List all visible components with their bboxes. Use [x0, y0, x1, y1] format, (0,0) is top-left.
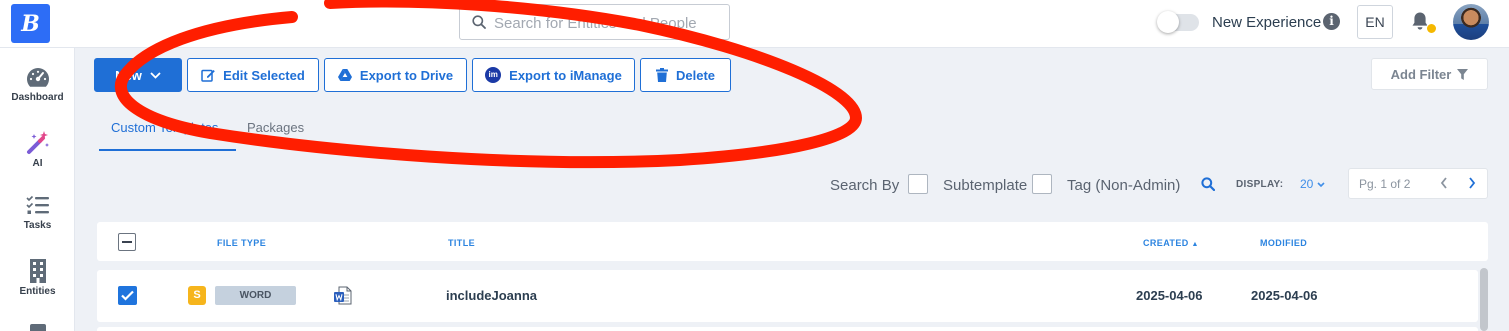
column-file-type[interactable]: FILE TYPE	[217, 238, 266, 248]
table-row[interactable]: S WORD includeJoanna 2025-04-06 2025-04-…	[97, 270, 1478, 322]
tab-custom-templates[interactable]: Custom Templates	[111, 120, 218, 135]
chevron-down-icon	[1317, 182, 1325, 188]
display-label: DISPLAY:	[1236, 179, 1284, 190]
display-count-value: 20	[1300, 177, 1314, 191]
pagination: Pg. 1 of 2	[1348, 168, 1488, 199]
checklist-icon	[25, 195, 49, 214]
tag-non-admin-label: Tag (Non-Admin)	[1067, 177, 1181, 194]
building-icon	[29, 259, 46, 283]
row-checkbox[interactable]	[118, 286, 137, 305]
logo-glyph: B	[21, 10, 40, 37]
chevron-right-icon[interactable]	[1467, 175, 1477, 191]
tab-packages[interactable]: Packages	[247, 120, 304, 135]
search-icon[interactable]	[1201, 177, 1215, 191]
sidebar-item-entities[interactable]: Entities	[0, 258, 75, 297]
magic-wand-icon	[26, 131, 49, 154]
global-search[interactable]	[459, 4, 730, 40]
select-all-checkbox[interactable]	[118, 233, 136, 251]
chevron-down-icon	[150, 71, 161, 79]
column-created-label: CREATED	[1143, 238, 1189, 248]
trash-icon	[655, 68, 668, 82]
display-count-select[interactable]: 20	[1300, 177, 1325, 191]
top-bar: B New Experience i EN	[0, 0, 1509, 48]
google-drive-icon	[337, 69, 352, 81]
row-created: 2025-04-06	[1136, 288, 1203, 303]
add-filter-button[interactable]: Add Filter	[1371, 58, 1488, 90]
sidebar-item-label: AI	[32, 158, 43, 169]
sidebar-item-dashboard[interactable]: Dashboard	[0, 66, 75, 103]
sidebar-item-label: Dashboard	[11, 92, 64, 103]
new-button-label: New	[115, 67, 142, 83]
status-badge: S	[188, 286, 206, 305]
export-to-drive-button[interactable]: Export to Drive	[324, 58, 467, 92]
delete-label: Delete	[675, 67, 716, 83]
page-indicator: Pg. 1 of 2	[1359, 177, 1411, 191]
table-header: FILE TYPE TITLE CREATED ▲ MODIFIED	[97, 222, 1488, 261]
subtemplate-checkbox[interactable]	[1032, 174, 1052, 194]
language-button[interactable]: EN	[1357, 5, 1393, 39]
sidebar-item-more[interactable]	[0, 322, 75, 331]
app-logo[interactable]: B	[11, 4, 50, 43]
subtemplate-label: Subtemplate	[943, 177, 1028, 194]
chevron-left-icon[interactable]	[1439, 175, 1449, 191]
gauge-icon	[26, 68, 49, 87]
delete-button[interactable]: Delete	[640, 58, 731, 92]
checkmark-icon	[121, 290, 134, 301]
export-to-imanage-button[interactable]: im Export to iManage	[472, 58, 635, 92]
file-type-badge: WORD	[215, 286, 296, 305]
search-icon	[472, 15, 486, 29]
column-modified[interactable]: MODIFIED	[1260, 238, 1307, 248]
search-input[interactable]	[494, 12, 722, 34]
new-experience-toggle[interactable]	[1157, 11, 1199, 33]
scrollbar-thumb[interactable]	[1480, 268, 1488, 331]
edit-selected-button[interactable]: Edit Selected	[187, 58, 319, 92]
info-icon[interactable]: i	[1323, 13, 1340, 30]
sidebar-item-ai[interactable]: AI	[0, 130, 75, 169]
edit-icon	[201, 69, 215, 82]
toggle-knob	[1157, 11, 1179, 33]
notification-dot	[1426, 23, 1437, 34]
info-glyph: i	[1329, 14, 1334, 28]
row-title[interactable]: includeJoanna	[446, 288, 537, 303]
sidebar-item-label: Tasks	[23, 220, 52, 231]
imanage-icon: im	[485, 67, 502, 83]
sidebar: Dashboard AI Tasks Entities	[0, 48, 75, 331]
active-tab-indicator	[99, 149, 236, 151]
export-to-drive-label: Export to Drive	[359, 67, 454, 83]
folder-icon	[29, 324, 46, 331]
column-created[interactable]: CREATED ▲	[1143, 238, 1199, 248]
add-filter-label: Add Filter	[1390, 66, 1452, 82]
column-title[interactable]: TITLE	[448, 238, 475, 248]
search-by-label: Search By	[830, 177, 900, 194]
filter-icon	[1457, 68, 1469, 80]
export-to-imanage-label: Export to iManage	[509, 67, 622, 83]
avatar[interactable]	[1453, 4, 1489, 40]
new-button[interactable]: New	[94, 58, 182, 92]
edit-selected-label: Edit Selected	[223, 67, 305, 83]
search-by-checkbox[interactable]	[908, 174, 928, 194]
table-row[interactable]	[97, 327, 1478, 331]
sort-ascending-icon: ▲	[1191, 241, 1199, 248]
row-modified: 2025-04-06	[1251, 288, 1318, 303]
sidebar-item-tasks[interactable]: Tasks	[0, 194, 75, 231]
word-document-icon	[334, 286, 352, 305]
sidebar-item-label: Entities	[19, 286, 56, 297]
new-experience-label: New Experience	[1212, 14, 1322, 31]
